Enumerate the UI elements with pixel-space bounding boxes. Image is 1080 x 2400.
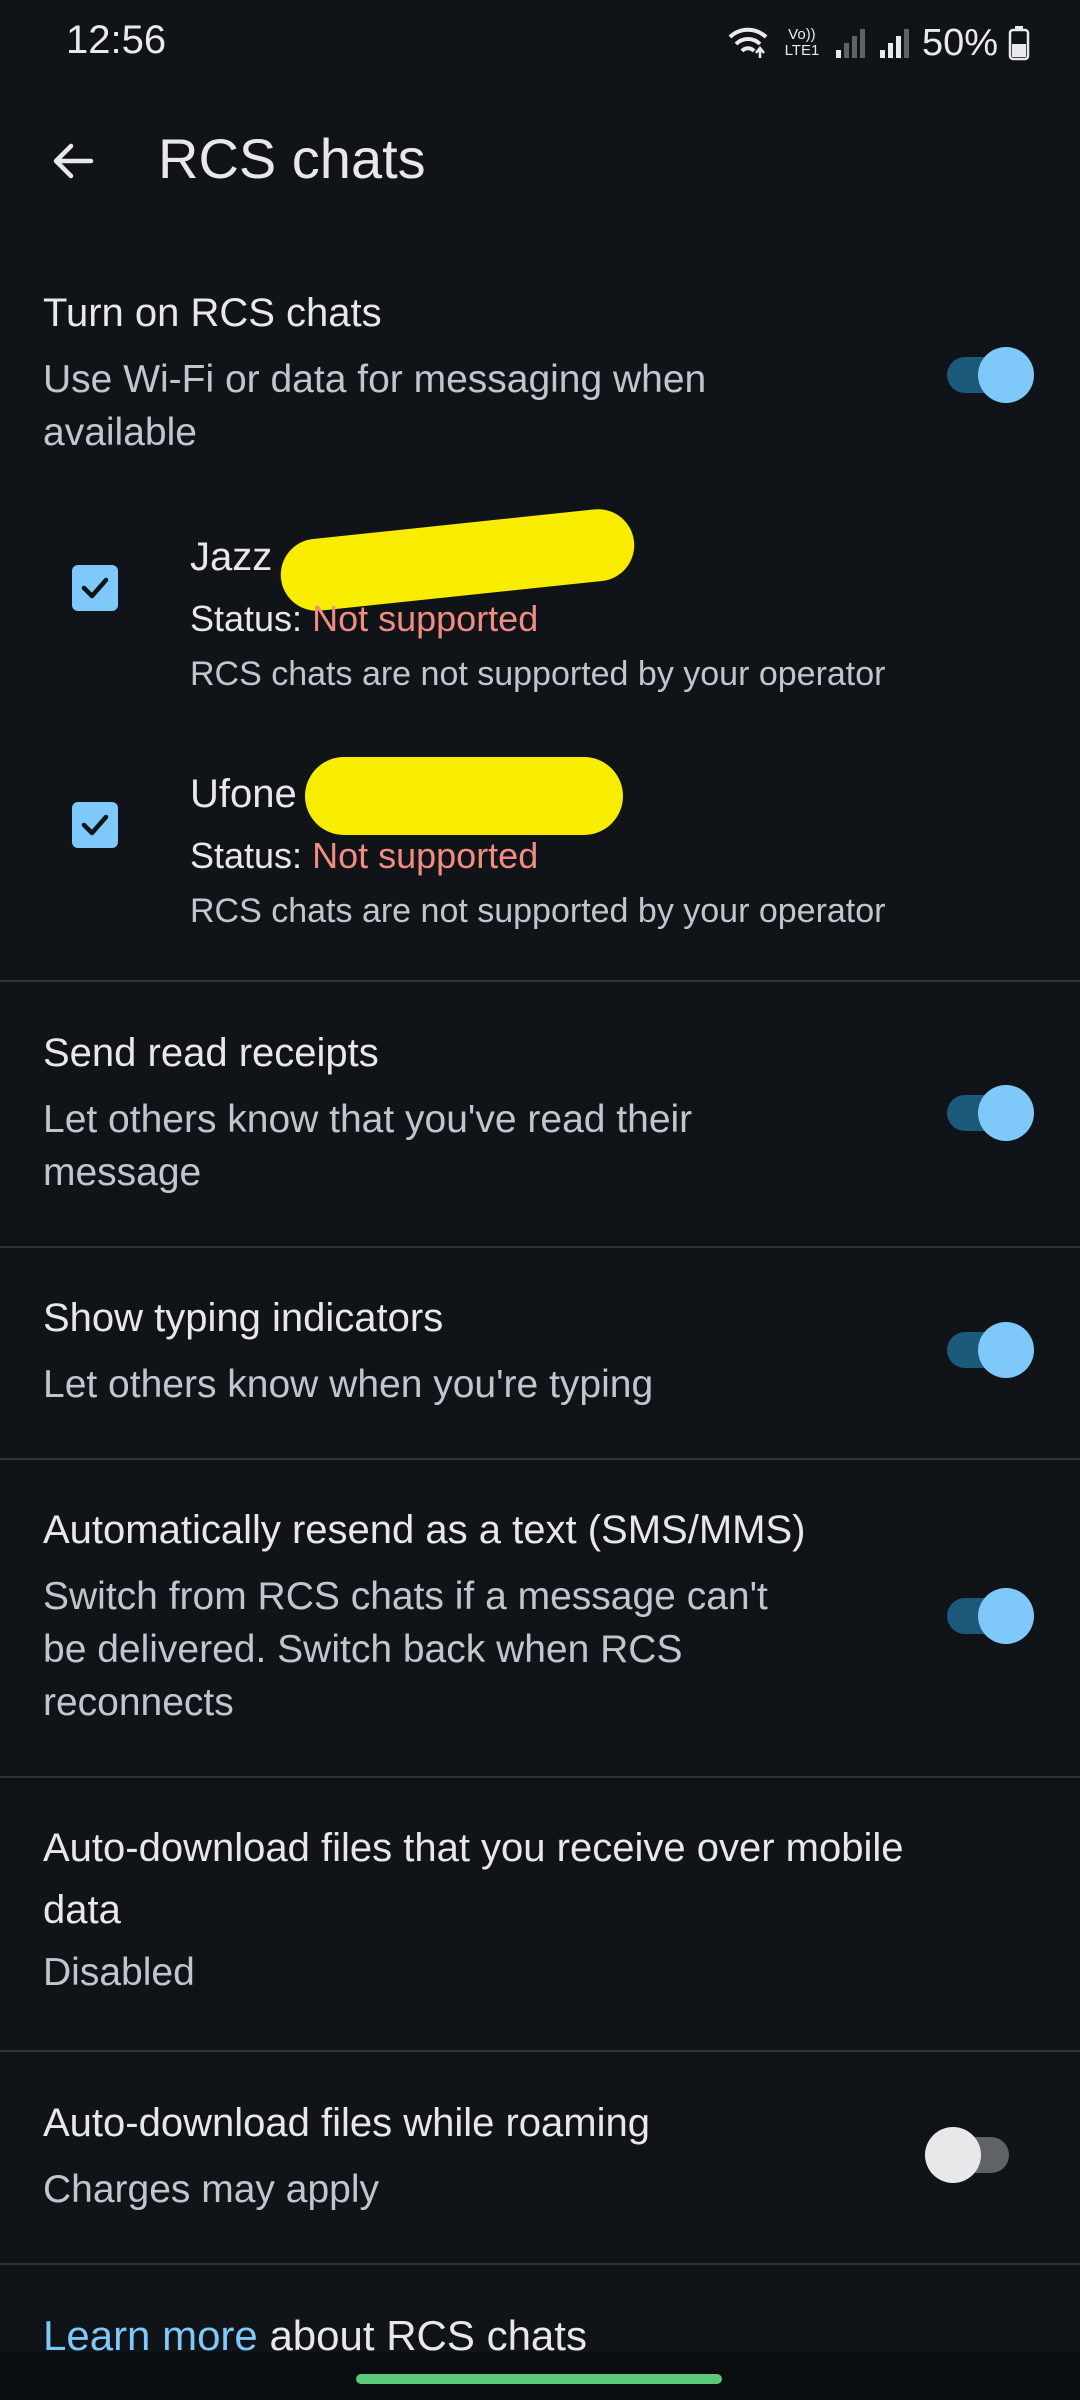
back-button[interactable] [40, 128, 106, 194]
roaming-subtitle: Charges may apply [43, 2168, 379, 2211]
navigation-bar [0, 2352, 1080, 2400]
sim-status-value: Not supported [312, 598, 539, 639]
sim-note: RCS chats are not supported by your oper… [190, 655, 886, 693]
divider [0, 2263, 1080, 2265]
app-bar: RCS chats [0, 110, 1080, 210]
page-title: RCS chats [158, 127, 426, 190]
read-receipts-toggle[interactable] [947, 1083, 1034, 1143]
divider [0, 1458, 1080, 1460]
sim-name: Ufone [190, 772, 297, 816]
checkmark-icon [81, 814, 109, 836]
resend-subtitle-line1: Switch from RCS chats if a message can't [43, 1575, 768, 1618]
toggle-thumb [978, 1322, 1034, 1378]
rcs-subtitle-line1: Use Wi-Fi or data for messaging when [43, 358, 707, 401]
auto-download-title-line2: data [43, 1888, 121, 1932]
sim-note: RCS chats are not supported by your oper… [190, 892, 886, 930]
arrow-back-icon [53, 143, 94, 179]
resend-subtitle-line3: reconnects [43, 1681, 234, 1724]
wifi-icon [728, 27, 768, 58]
battery-percent: 50% [921, 21, 998, 64]
toggle-thumb [978, 347, 1034, 403]
sim-row-jazz[interactable]: Jazz Status: Not supported RCS chats are… [0, 505, 1080, 700]
read-receipts-title: Send read receipts [43, 1031, 379, 1075]
sim-name: Jazz [190, 535, 273, 579]
typing-subtitle: Let others know when you're typing [43, 1363, 654, 1406]
divider [0, 1776, 1080, 1778]
gesture-handle[interactable] [356, 2374, 722, 2384]
toggle-thumb [925, 2127, 981, 2183]
auto-download-title-line1: Auto-download files that you receive ove… [43, 1826, 904, 1870]
rcs-toggle-row[interactable]: Turn on RCS chats Use Wi-Fi or data for … [0, 285, 1080, 455]
status-time: 12:56 [66, 18, 167, 62]
roaming-toggle[interactable] [925, 2125, 1009, 2185]
signal-icon [835, 29, 865, 58]
roaming-title: Auto-download files while roaming [43, 2101, 650, 2145]
typing-title: Show typing indicators [43, 1296, 444, 1340]
divider [0, 1246, 1080, 1248]
rcs-title: Turn on RCS chats [43, 291, 382, 335]
resend-subtitle-line2: be delivered. Switch back when RCS [43, 1628, 683, 1671]
read-receipts-subtitle-line1: Let others know that you've read their [43, 1098, 693, 1141]
toggle-thumb [978, 1085, 1034, 1141]
battery-icon [1008, 26, 1030, 61]
sim-status: Status: Not supported [190, 835, 538, 877]
toggle-thumb [978, 1588, 1034, 1644]
read-receipts-subtitle-line2: message [43, 1151, 202, 1194]
checkmark-icon [81, 577, 109, 599]
auto-resend-row[interactable]: Automatically resend as a text (SMS/MMS)… [0, 1502, 1080, 1732]
read-receipts-row[interactable]: Send read receipts Let others know that … [0, 1025, 1080, 1195]
status-icons: Vo)) LTE1 50% [726, 18, 1030, 68]
rcs-toggle[interactable] [947, 345, 1034, 405]
typing-toggle[interactable] [947, 1320, 1034, 1380]
divider [0, 980, 1080, 982]
volte-icon: Vo)) LTE1 [784, 26, 820, 59]
sim-checkbox[interactable] [72, 565, 118, 611]
resend-title: Automatically resend as a text (SMS/MMS) [43, 1508, 806, 1552]
sim-status-value: Not supported [312, 835, 539, 876]
sim-checkbox[interactable] [72, 802, 118, 848]
sim-status-label: Status: [190, 598, 303, 639]
auto-resend-toggle[interactable] [947, 1586, 1034, 1646]
rcs-subtitle-line2: available [43, 411, 197, 454]
redaction-mark [305, 757, 623, 835]
sim-row-ufone[interactable]: Ufone Status: Not supported RCS chats ar… [0, 757, 1080, 937]
divider [0, 2050, 1080, 2052]
auto-download-row[interactable]: Auto-download files that you receive ove… [0, 1820, 1080, 2010]
auto-download-value: Disabled [43, 1951, 195, 1994]
typing-indicators-row[interactable]: Show typing indicators Let others know w… [0, 1290, 1080, 1410]
sim-status: Status: Not supported [190, 598, 538, 640]
status-bar: 12:56 Vo)) LTE1 50% [0, 0, 1080, 90]
sim-status-label: Status: [190, 835, 303, 876]
signal-icon [879, 29, 909, 58]
roaming-row[interactable]: Auto-download files while roaming Charge… [0, 2095, 1080, 2215]
